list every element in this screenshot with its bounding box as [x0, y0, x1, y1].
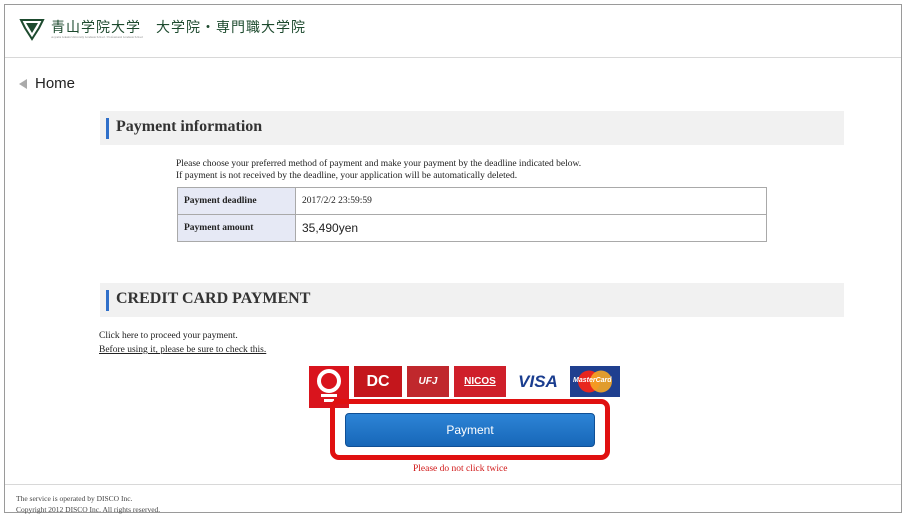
check-link[interactable]: Before using it, please be sure to check… [99, 343, 266, 357]
mastercard-label: MasterCard [573, 377, 612, 384]
ufj-card-logo: UFJ [407, 366, 449, 397]
proceed-instructions: Click here to proceed your payment. Befo… [99, 329, 266, 357]
university-name: 青山学院大学 大学院・専門職大学院 [51, 20, 306, 36]
double-click-warning: Please do not click twice [413, 464, 508, 474]
university-crest-icon[interactable] [19, 17, 45, 41]
home-link[interactable]: Home [19, 75, 75, 92]
notice-line-1: Please choose your preferred method of p… [176, 159, 582, 169]
deadline-value: 2017/2/2 23:59:59 [295, 187, 767, 215]
table-row: Payment deadline 2017/2/2 23:59:59 [177, 187, 767, 215]
payment-notice: Please choose your preferred method of p… [176, 158, 581, 182]
back-arrow-icon [19, 78, 27, 89]
footer-copyright: Copyright 2012 DISCO Inc. All rights res… [16, 505, 161, 514]
amount-label: Payment amount [177, 214, 296, 242]
proceed-text: Click here to proceed your payment. [99, 331, 238, 341]
heading-accent-bar [106, 118, 109, 139]
payment-info-title: Payment information [116, 118, 263, 135]
payment-info-heading: Payment information [100, 111, 844, 145]
footer-text: The service is operated by DISCO Inc. Co… [16, 493, 160, 515]
university-subtitle: Aoyama Gakuin University Graduate School… [51, 35, 143, 39]
visa-card-logo: VISA [511, 366, 565, 397]
mastercard-logo: MasterCard [570, 366, 620, 397]
notice-line-2: If payment is not received by the deadli… [176, 171, 518, 181]
deadline-label: Payment deadline [177, 187, 296, 215]
site-header: 青山学院大学 大学院・専門職大学院 Aoyama Gakuin Universi… [5, 5, 901, 58]
table-row: Payment amount 35,490yen [177, 214, 767, 242]
dc-card-logo: DC [354, 366, 402, 397]
heading-accent-bar [106, 290, 109, 311]
payment-info-table: Payment deadline 2017/2/2 23:59:59 Payme… [177, 187, 767, 242]
nicos-card-logo: NICOS [454, 366, 506, 397]
home-label: Home [35, 75, 76, 92]
page-frame: 青山学院大学 大学院・専門職大学院 Aoyama Gakuin Universi… [4, 4, 902, 514]
credit-card-heading: CREDIT CARD PAYMENT [100, 283, 844, 317]
site-footer: The service is operated by DISCO Inc. Co… [5, 484, 901, 514]
payment-button[interactable]: Payment [345, 413, 595, 447]
amount-value: 35,490yen [295, 214, 767, 242]
credit-card-title: CREDIT CARD PAYMENT [116, 290, 311, 307]
footer-operator: The service is operated by DISCO Inc. [16, 494, 133, 503]
payment-button-highlight: Payment [330, 399, 610, 460]
